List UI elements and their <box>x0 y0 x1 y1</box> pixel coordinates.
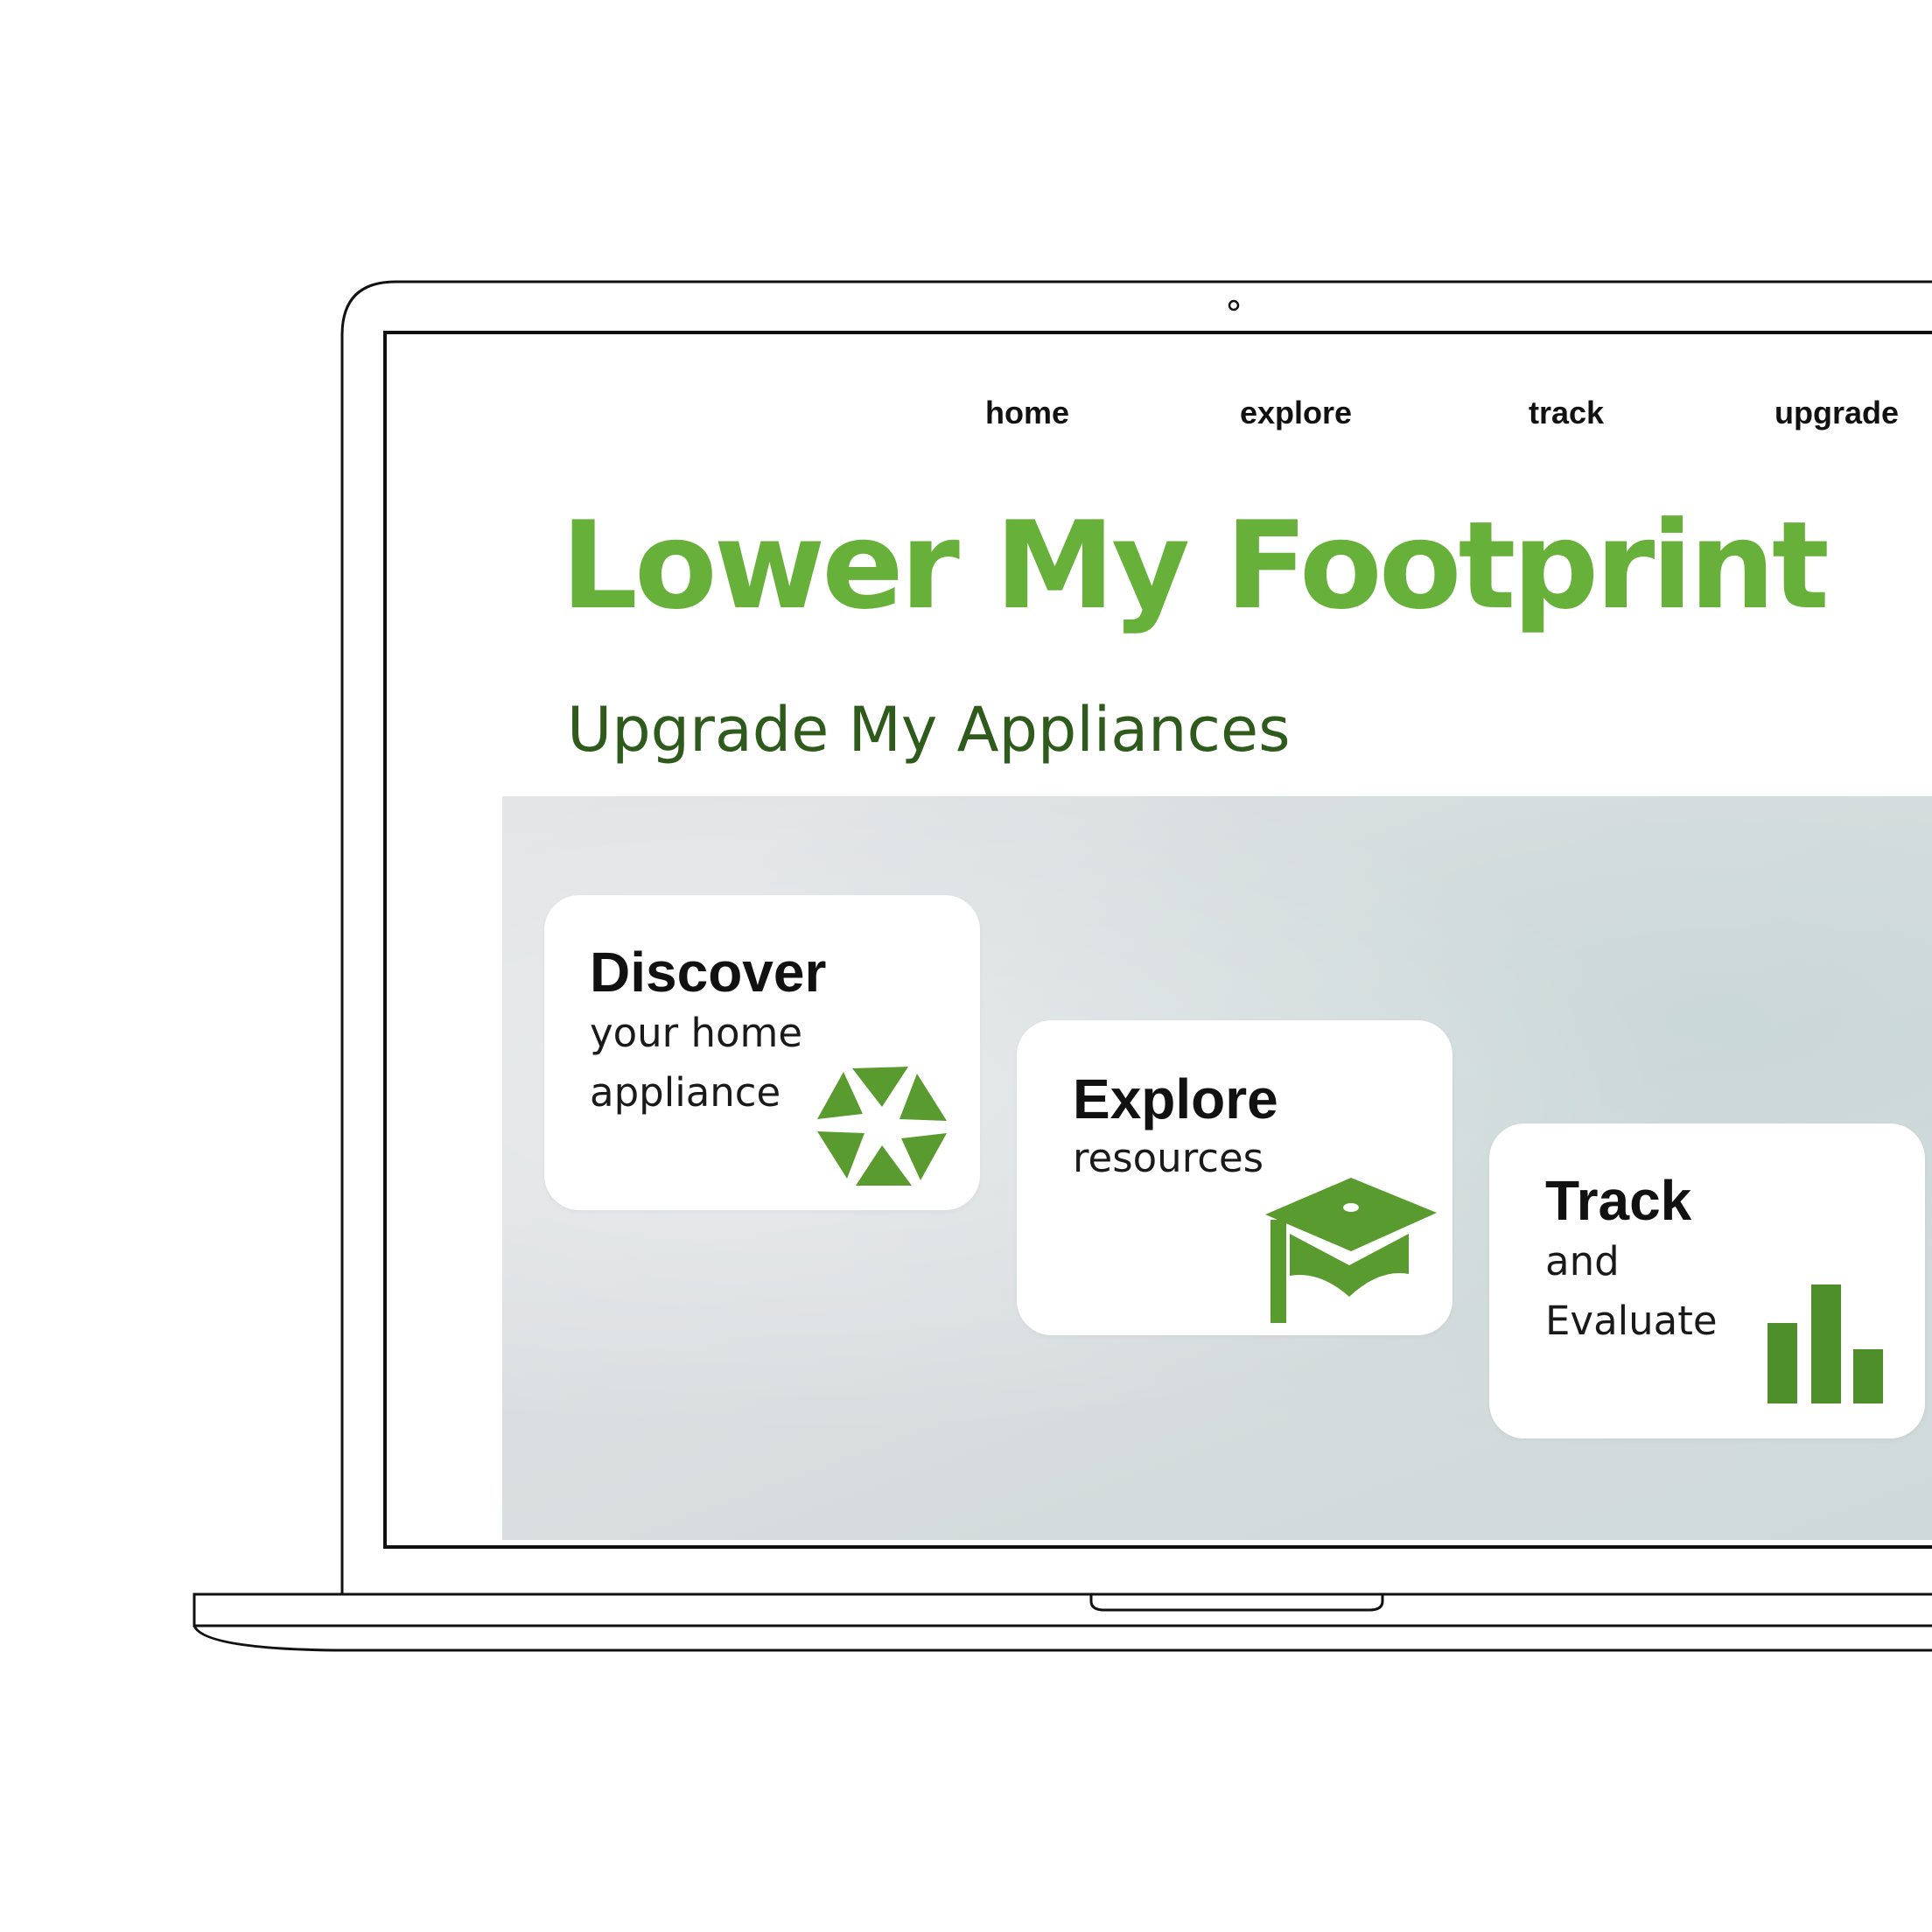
discover-card-line-1: your home <box>590 1010 803 1056</box>
laptop-mockup-stage: home explore track upgrade Lower My Foot… <box>0 0 1932 1932</box>
explore-card[interactable]: Explore resources <box>1017 1020 1452 1335</box>
explore-card-description: resources <box>1073 1129 1264 1188</box>
explore-card-line-1: resources <box>1073 1135 1264 1181</box>
discover-card[interactable]: Discover your home appliance <box>544 895 980 1210</box>
camera-icon <box>1228 299 1240 312</box>
nav-link-upgrade[interactable]: upgrade <box>1774 395 1899 431</box>
graduation-cap-icon <box>1265 1178 1437 1323</box>
nav-link-explore[interactable]: explore <box>1240 395 1352 431</box>
bar-chart-icon <box>1768 1284 1883 1404</box>
aperture-icon <box>817 1067 947 1186</box>
explore-card-title: Explore <box>1073 1068 1278 1130</box>
nav-link-track[interactable]: track <box>1529 395 1604 431</box>
discover-card-title: Discover <box>590 941 827 1004</box>
track-card-line-2: Evaluate <box>1545 1298 1718 1344</box>
page-subtitle: Upgrade My Appliances <box>567 694 1291 766</box>
track-card[interactable]: Track and Evaluate <box>1489 1124 1925 1438</box>
nav-link-home[interactable]: home <box>985 395 1069 431</box>
laptop-screen: home explore track upgrade Lower My Foot… <box>388 335 1932 1544</box>
page-title: Lower My Footprint <box>561 495 1830 636</box>
feature-band: Discover your home appliance Explore res… <box>502 796 1932 1540</box>
discover-card-line-2: appliance <box>590 1069 781 1116</box>
track-card-title: Track <box>1545 1169 1692 1232</box>
track-card-description: and Evaluate <box>1545 1232 1718 1351</box>
discover-card-description: your home appliance <box>590 1004 802 1123</box>
track-card-line-1: and <box>1545 1238 1620 1284</box>
